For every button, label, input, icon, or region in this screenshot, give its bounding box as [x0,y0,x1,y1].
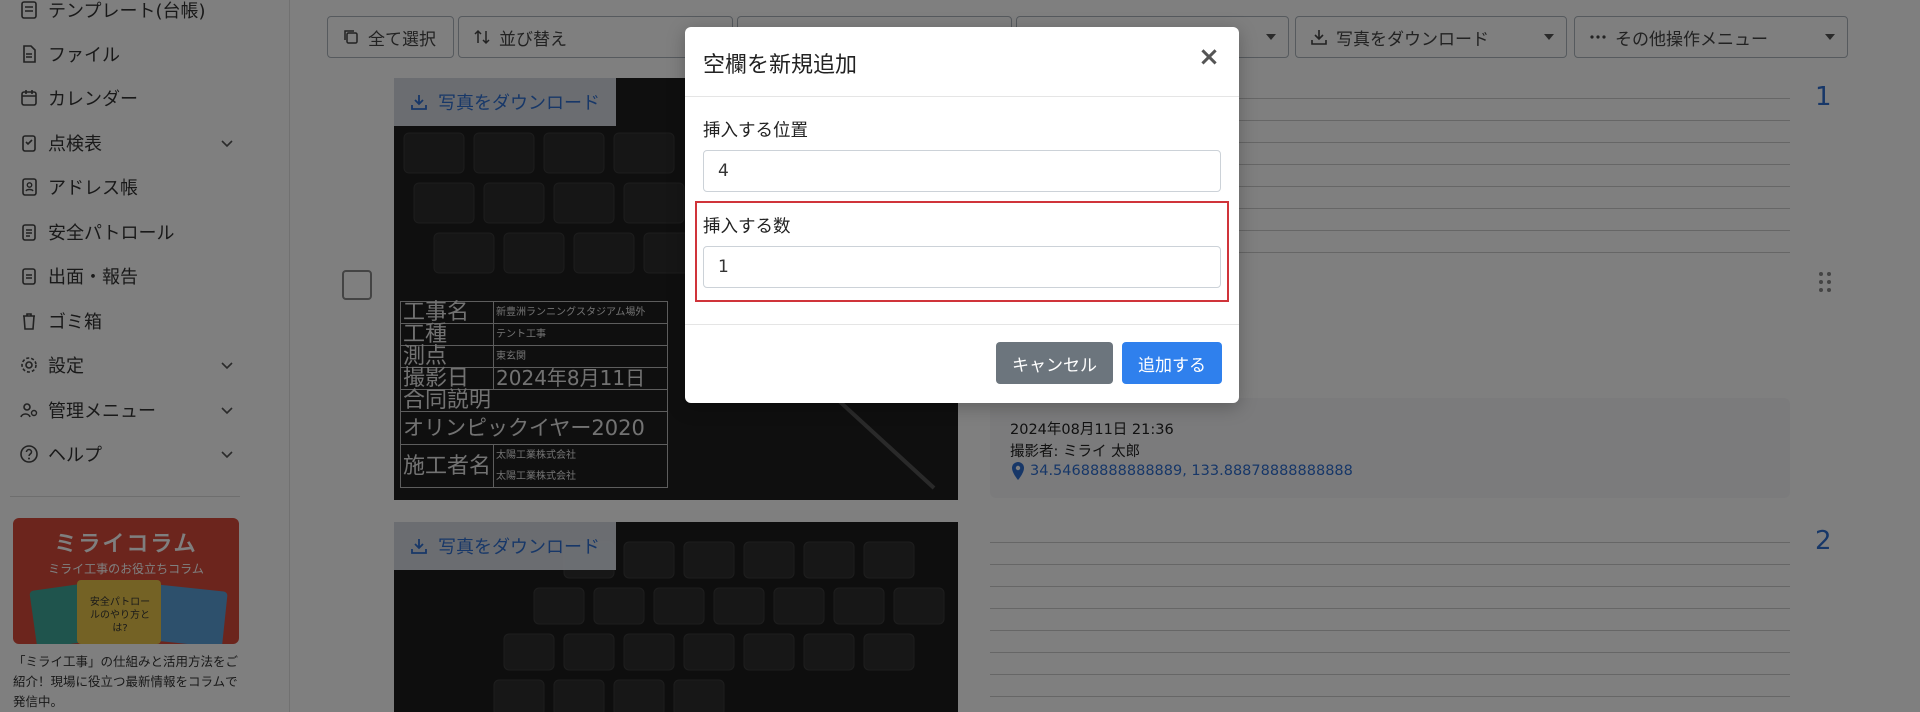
modal-title: 空欄を新規追加 [703,53,858,78]
count-label: 挿入する数 [703,217,791,237]
modal-footer [685,324,1239,325]
add-button[interactable]: 追加する [1122,342,1222,384]
count-input[interactable] [703,246,1221,288]
add-blank-modal: 空欄を新規追加 × 挿入する位置 挿入する数 キャンセル 追加する [685,27,1239,403]
close-icon[interactable]: × [1197,44,1221,70]
position-input[interactable] [703,150,1221,192]
modal-header: 空欄を新規追加 × [685,27,1239,97]
cancel-button[interactable]: キャンセル [996,342,1113,384]
position-label: 挿入する位置 [703,121,808,141]
